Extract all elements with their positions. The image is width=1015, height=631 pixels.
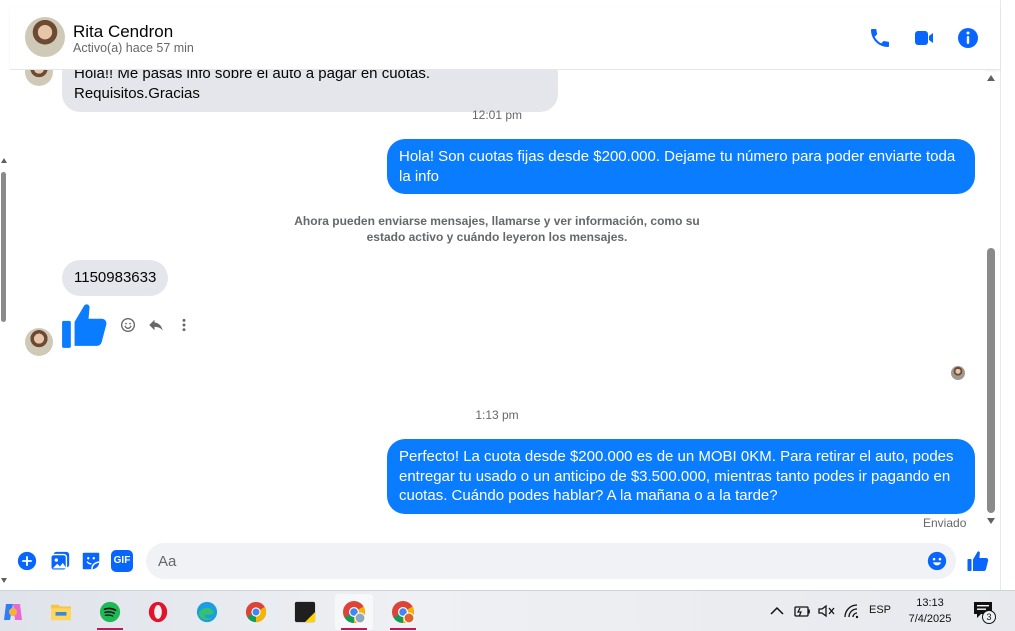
volume-muted-icon[interactable] xyxy=(817,603,835,619)
window-scrollbar[interactable] xyxy=(0,150,7,590)
like-send-icon[interactable] xyxy=(966,549,990,573)
scrollbar-thumb[interactable] xyxy=(1,172,6,322)
messenger-window: Rita Cendron Activo(a) hace 57 min Hola!… xyxy=(0,0,1015,631)
language-indicator[interactable]: ESP xyxy=(869,604,891,616)
opera-icon xyxy=(148,601,168,623)
sticky-notes-icon xyxy=(294,601,316,623)
copilot-app[interactable] xyxy=(0,594,32,630)
battery-icon[interactable] xyxy=(793,603,811,619)
window-edge xyxy=(1000,0,1015,590)
scroll-up-arrow[interactable] xyxy=(987,75,995,81)
composer-bar: GIF xyxy=(10,540,1000,582)
clock[interactable]: 13:13 7/4/2025 xyxy=(900,595,960,627)
spotify-icon xyxy=(99,601,121,623)
contact-avatar[interactable] xyxy=(25,17,65,57)
file-explorer-app[interactable] xyxy=(42,594,80,630)
scroll-up-arrow[interactable] xyxy=(1,158,7,163)
phone-icon[interactable] xyxy=(868,26,892,50)
reply-icon[interactable] xyxy=(147,316,165,334)
message-input-container[interactable] xyxy=(146,543,956,579)
chat-scrollbar[interactable] xyxy=(985,70,997,530)
scroll-down-arrow[interactable] xyxy=(987,518,995,524)
chrome-icon xyxy=(245,601,267,623)
scroll-down-arrow[interactable] xyxy=(1,578,7,583)
folder-icon xyxy=(51,604,71,621)
read-receipt-avatar xyxy=(951,366,965,380)
timestamp: 12:01 pm xyxy=(471,108,523,122)
more-options-icon[interactable] xyxy=(176,317,192,333)
chrome-profile-2-app[interactable] xyxy=(384,594,422,630)
photo-icon[interactable] xyxy=(49,550,71,572)
sticky-notes-app[interactable] xyxy=(286,594,324,630)
video-call-icon[interactable] xyxy=(912,26,936,50)
emoji-icon[interactable] xyxy=(926,550,948,572)
chrome-profile-icon xyxy=(392,601,415,624)
timestamp: 1:13 pm xyxy=(475,408,519,422)
clock-date: 7/4/2025 xyxy=(908,613,952,625)
incoming-message[interactable]: Hola!! Me pasas info sobre el auto a pag… xyxy=(62,70,558,112)
edge-icon xyxy=(196,601,218,623)
windows-taskbar: ESP 13:13 7/4/2025 3 xyxy=(0,590,1015,631)
react-emoji-icon[interactable] xyxy=(120,317,136,333)
notification-count-badge: 3 xyxy=(982,610,996,624)
gif-button[interactable]: GIF xyxy=(111,550,133,572)
contact-status: Activo(a) hace 57 min xyxy=(73,41,194,55)
info-icon[interactable] xyxy=(956,26,980,50)
sent-status: Enviado xyxy=(923,516,967,530)
opera-app[interactable] xyxy=(139,594,177,630)
wifi-icon[interactable] xyxy=(843,603,861,619)
notification-center[interactable]: 3 xyxy=(972,601,998,625)
chrome-profile-app[interactable] xyxy=(335,594,373,630)
contact-name[interactable]: Rita Cendron xyxy=(73,22,173,42)
running-indicator xyxy=(97,628,123,630)
message-input[interactable] xyxy=(146,543,906,579)
scrollbar-thumb[interactable] xyxy=(987,248,995,513)
thumbs-up-sticker-icon[interactable] xyxy=(60,300,110,350)
spotify-app[interactable] xyxy=(91,594,129,630)
chevron-up-icon[interactable] xyxy=(770,605,784,617)
plus-icon[interactable] xyxy=(16,550,38,572)
message-list[interactable]: Hola!! Me pasas info sobre el auto a pag… xyxy=(10,70,985,540)
running-indicator xyxy=(341,628,367,630)
clock-time: 13:13 xyxy=(916,597,944,609)
outgoing-message[interactable]: Hola! Son cuotas fijas desde $200.000. D… xyxy=(387,139,975,194)
chrome-profile-icon xyxy=(343,601,366,624)
system-notice: Ahora pueden enviarse mensajes, llamarse… xyxy=(294,214,700,244)
chrome-app[interactable] xyxy=(237,594,275,630)
incoming-message[interactable]: 1150983633 xyxy=(62,260,169,296)
contact-avatar-small[interactable] xyxy=(25,70,53,86)
running-indicator xyxy=(390,628,416,630)
edge-app[interactable] xyxy=(188,594,226,630)
sticker-icon[interactable] xyxy=(80,550,102,572)
chat-header: Rita Cendron Activo(a) hace 57 min xyxy=(10,7,1000,70)
outgoing-message[interactable]: Perfecto! La cuota desde $200.000 es de … xyxy=(387,439,975,514)
copilot-icon xyxy=(4,604,22,620)
contact-avatar-small[interactable] xyxy=(25,328,53,356)
